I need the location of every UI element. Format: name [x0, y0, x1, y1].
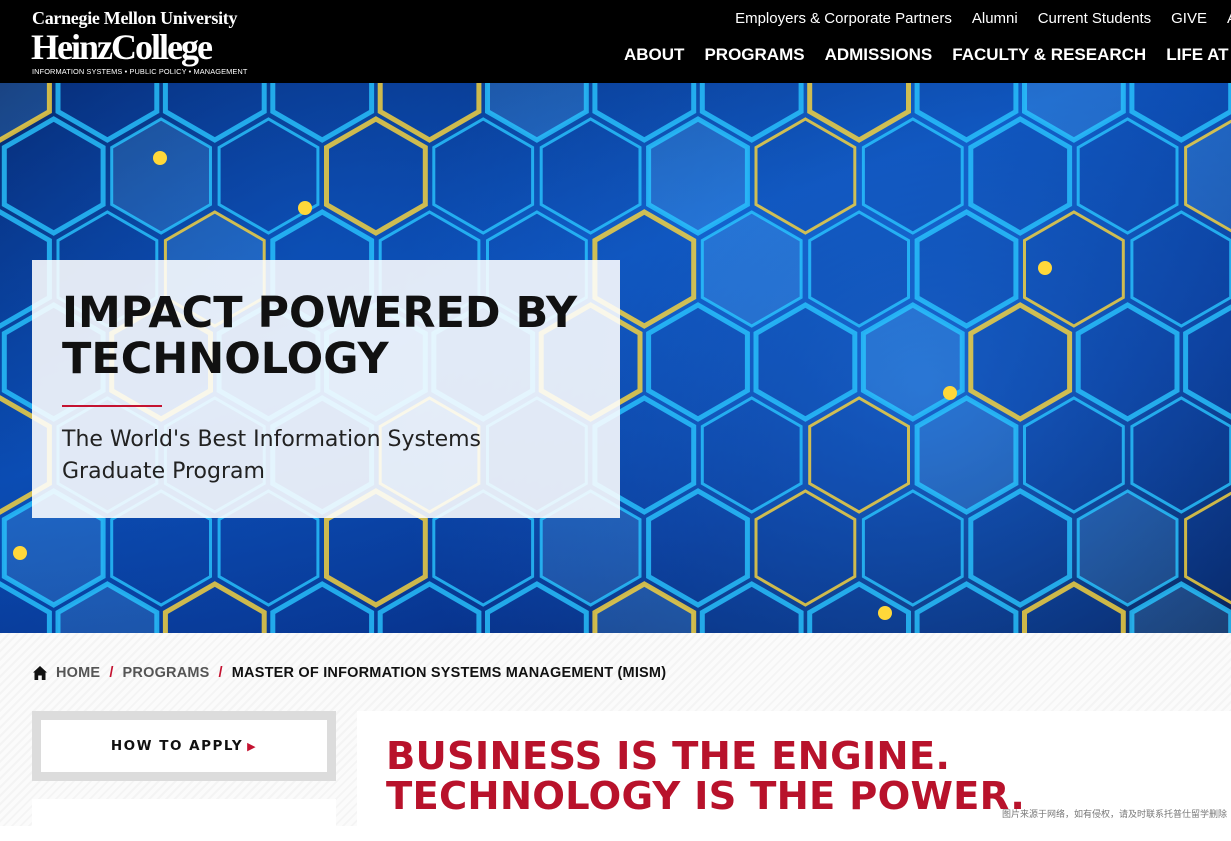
- hexagon-decoration: [110, 117, 212, 235]
- hero-banner: IMPACT POWERED BY TECHNOLOGY The World's…: [0, 83, 1231, 633]
- util-link-employers[interactable]: Employers & Corporate Partners: [735, 10, 952, 28]
- hexagon-decoration: [860, 302, 965, 422]
- hexagon-decoration: [539, 117, 642, 235]
- light-glow-decoration: [1038, 261, 1052, 275]
- util-link-current-students[interactable]: Current Students: [1038, 10, 1151, 28]
- how-to-apply-label: HOW TO APPLY: [110, 738, 244, 754]
- hexagon-decoration: [861, 489, 964, 607]
- nav-item-admissions[interactable]: ADMISSIONS: [825, 45, 933, 67]
- hexagon-decoration: [1023, 396, 1125, 514]
- hexagon-decoration: [700, 396, 803, 514]
- light-glow-decoration: [13, 546, 27, 560]
- heinz-college-logo[interactable]: Carnegie Mellon University HeinzCollege …: [31, 8, 252, 78]
- sidebar-panel: [32, 799, 336, 839]
- light-glow-decoration: [153, 151, 167, 165]
- hexagon-decoration: [1183, 304, 1231, 420]
- hexagon-decoration: [808, 396, 910, 514]
- hexagon-decoration: [861, 117, 964, 235]
- breadcrumb-programs[interactable]: PROGRAMS: [123, 665, 210, 681]
- hexagon-decoration: [1130, 210, 1231, 328]
- how-to-apply-button[interactable]: HOW TO APPLY ▶: [41, 720, 327, 772]
- hero-divider: [62, 405, 162, 407]
- image-watermark: 图片来源于网络，如有侵权，请及时联系托普仕留学删除: [1001, 809, 1227, 819]
- logo-college-name: HeinzCollege: [31, 27, 213, 67]
- main-headline: BUSINESS IS THE ENGINE. TECHNOLOGY IS TH…: [386, 734, 1026, 819]
- main-nav: ABOUT PROGRAMS ADMISSIONS FACULTY & RESE…: [624, 45, 1231, 67]
- hexagon-decoration: [808, 210, 910, 328]
- util-link-alumni[interactable]: Alumni: [972, 10, 1018, 28]
- hexagon-decoration: [1075, 302, 1180, 422]
- breadcrumb-separator: /: [109, 665, 114, 681]
- hexagon-decoration: [646, 116, 750, 236]
- hero-title: IMPACT POWERED BY TECHNOLOGY: [62, 288, 578, 384]
- triangle-right-icon: ▶: [247, 739, 258, 753]
- hexagon-decoration: [700, 210, 803, 328]
- light-glow-decoration: [298, 201, 312, 215]
- hexagon-decoration: [1130, 396, 1231, 514]
- hexagon-decoration: [968, 488, 1073, 608]
- breadcrumb: HOME / PROGRAMS / MASTER OF INFORMATION …: [32, 663, 666, 683]
- how-to-apply-box: HOW TO APPLY ▶: [32, 711, 336, 781]
- hexagon-decoration: [754, 489, 857, 607]
- hexagon-decoration: [1076, 117, 1179, 235]
- hexagon-decoration: [1076, 489, 1179, 607]
- light-glow-decoration: [943, 386, 957, 400]
- hexagon-decoration: [753, 302, 858, 422]
- hexagon-decoration: [432, 117, 535, 235]
- util-link-truncated[interactable]: A: [1227, 10, 1231, 28]
- breadcrumb-home[interactable]: HOME: [32, 665, 100, 681]
- hero-card: IMPACT POWERED BY TECHNOLOGY The World's…: [32, 260, 620, 518]
- utility-nav: Employers & Corporate Partners Alumni Cu…: [735, 10, 1231, 28]
- nav-item-programs[interactable]: PROGRAMS: [704, 45, 804, 67]
- nav-item-life-at-heinz[interactable]: LIFE AT HEINZ: [1166, 45, 1231, 67]
- nav-item-about[interactable]: ABOUT: [624, 45, 684, 67]
- hexagon-decoration: [914, 395, 1019, 515]
- hexagon-decoration: [968, 302, 1073, 422]
- hexagon-decoration: [217, 117, 320, 235]
- hexagon-decoration: [968, 116, 1073, 236]
- breadcrumb-home-label: HOME: [56, 665, 101, 681]
- page-content: HOME / PROGRAMS / MASTER OF INFORMATION …: [0, 633, 1231, 841]
- breadcrumb-separator: /: [218, 665, 223, 681]
- nav-item-faculty-research[interactable]: FACULTY & RESEARCH: [952, 45, 1146, 67]
- hexagon-decoration: [754, 117, 857, 235]
- hero-subtitle: The World's Best Information Systems Gra…: [62, 427, 482, 484]
- light-glow-decoration: [878, 606, 892, 620]
- logo-tagline: INFORMATION SYSTEMS • PUBLIC POLICY • MA…: [32, 67, 248, 76]
- hexagon-decoration: [646, 488, 750, 608]
- site-header: Carnegie Mellon University HeinzCollege …: [0, 0, 1231, 83]
- hexagon-decoration: [646, 302, 750, 422]
- util-link-give[interactable]: GIVE: [1171, 10, 1207, 28]
- hexagon-decoration: [914, 209, 1019, 329]
- home-icon: [33, 666, 47, 680]
- hexagon-decoration: [1, 116, 106, 236]
- hexagon-decoration: [324, 116, 428, 236]
- breadcrumb-current: MASTER OF INFORMATION SYSTEMS MANAGEMENT…: [231, 665, 667, 681]
- main-content-panel: BUSINESS IS THE ENGINE. TECHNOLOGY IS TH…: [357, 711, 1231, 841]
